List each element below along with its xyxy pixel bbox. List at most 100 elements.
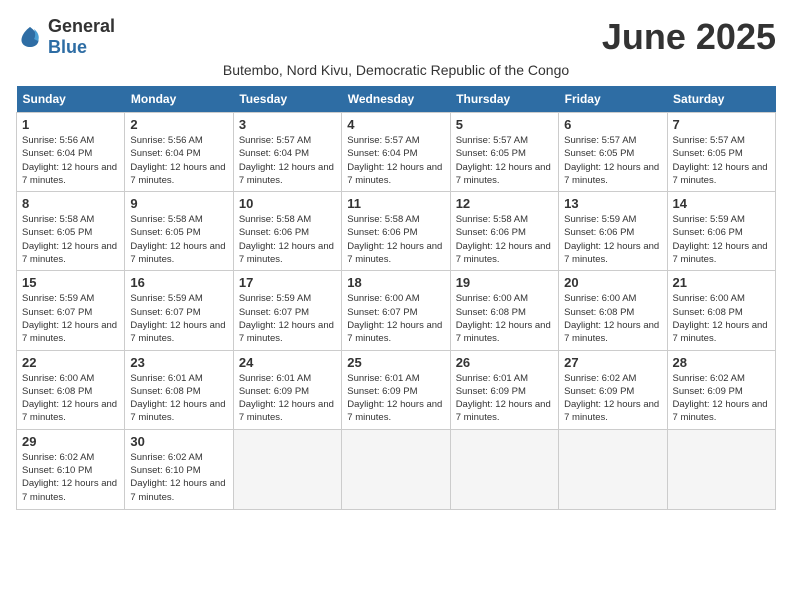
- col-wednesday: Wednesday: [342, 86, 450, 113]
- day-number: 1: [22, 117, 119, 132]
- day-detail: Sunrise: 5:57 AMSunset: 6:04 PMDaylight:…: [347, 134, 444, 187]
- day-number: 17: [239, 275, 336, 290]
- col-friday: Friday: [559, 86, 667, 113]
- day-detail: Sunrise: 5:57 AMSunset: 6:05 PMDaylight:…: [673, 134, 770, 187]
- calendar-cell: 2 Sunrise: 5:56 AMSunset: 6:04 PMDayligh…: [125, 113, 233, 192]
- day-detail: Sunrise: 6:01 AMSunset: 6:09 PMDaylight:…: [456, 372, 553, 425]
- day-detail: Sunrise: 5:59 AMSunset: 6:06 PMDaylight:…: [673, 213, 770, 266]
- day-detail: Sunrise: 5:59 AMSunset: 6:06 PMDaylight:…: [564, 213, 661, 266]
- day-detail: Sunrise: 5:58 AMSunset: 6:05 PMDaylight:…: [130, 213, 227, 266]
- col-thursday: Thursday: [450, 86, 558, 113]
- day-detail: Sunrise: 5:56 AMSunset: 6:04 PMDaylight:…: [130, 134, 227, 187]
- calendar-cell: [450, 429, 558, 509]
- calendar-row-w5: 29 Sunrise: 6:02 AMSunset: 6:10 PMDaylig…: [17, 429, 776, 509]
- calendar-cell: 1 Sunrise: 5:56 AMSunset: 6:04 PMDayligh…: [17, 113, 125, 192]
- calendar-header-row: Sunday Monday Tuesday Wednesday Thursday…: [17, 86, 776, 113]
- day-number: 8: [22, 196, 119, 211]
- calendar-table: Sunday Monday Tuesday Wednesday Thursday…: [16, 86, 776, 510]
- day-detail: Sunrise: 6:02 AMSunset: 6:10 PMDaylight:…: [130, 451, 227, 504]
- calendar-row-w2: 8 Sunrise: 5:58 AMSunset: 6:05 PMDayligh…: [17, 192, 776, 271]
- logo-blue: Blue: [48, 37, 87, 57]
- day-number: 12: [456, 196, 553, 211]
- day-number: 5: [456, 117, 553, 132]
- day-detail: Sunrise: 5:59 AMSunset: 6:07 PMDaylight:…: [22, 292, 119, 345]
- day-number: 7: [673, 117, 770, 132]
- day-number: 16: [130, 275, 227, 290]
- day-number: 15: [22, 275, 119, 290]
- calendar-cell: 14 Sunrise: 5:59 AMSunset: 6:06 PMDaylig…: [667, 192, 775, 271]
- day-detail: Sunrise: 5:57 AMSunset: 6:05 PMDaylight:…: [456, 134, 553, 187]
- day-detail: Sunrise: 5:57 AMSunset: 6:05 PMDaylight:…: [564, 134, 661, 187]
- calendar-cell: 22 Sunrise: 6:00 AMSunset: 6:08 PMDaylig…: [17, 350, 125, 429]
- calendar-cell: 18 Sunrise: 6:00 AMSunset: 6:07 PMDaylig…: [342, 271, 450, 350]
- day-number: 4: [347, 117, 444, 132]
- header: General Blue June 2025: [16, 16, 776, 58]
- day-number: 22: [22, 355, 119, 370]
- calendar-cell: 4 Sunrise: 5:57 AMSunset: 6:04 PMDayligh…: [342, 113, 450, 192]
- calendar-cell: 11 Sunrise: 5:58 AMSunset: 6:06 PMDaylig…: [342, 192, 450, 271]
- calendar-cell: 29 Sunrise: 6:02 AMSunset: 6:10 PMDaylig…: [17, 429, 125, 509]
- logo-text: General Blue: [48, 16, 115, 58]
- day-detail: Sunrise: 5:58 AMSunset: 6:06 PMDaylight:…: [239, 213, 336, 266]
- day-detail: Sunrise: 6:02 AMSunset: 6:09 PMDaylight:…: [673, 372, 770, 425]
- day-detail: Sunrise: 5:57 AMSunset: 6:04 PMDaylight:…: [239, 134, 336, 187]
- logo: General Blue: [16, 16, 115, 58]
- day-detail: Sunrise: 6:01 AMSunset: 6:09 PMDaylight:…: [239, 372, 336, 425]
- day-detail: Sunrise: 5:56 AMSunset: 6:04 PMDaylight:…: [22, 134, 119, 187]
- calendar-cell: 5 Sunrise: 5:57 AMSunset: 6:05 PMDayligh…: [450, 113, 558, 192]
- calendar-cell: 7 Sunrise: 5:57 AMSunset: 6:05 PMDayligh…: [667, 113, 775, 192]
- day-number: 29: [22, 434, 119, 449]
- calendar-cell: 23 Sunrise: 6:01 AMSunset: 6:08 PMDaylig…: [125, 350, 233, 429]
- day-number: 26: [456, 355, 553, 370]
- col-sunday: Sunday: [17, 86, 125, 113]
- day-number: 24: [239, 355, 336, 370]
- logo-general: General: [48, 16, 115, 36]
- day-detail: Sunrise: 6:01 AMSunset: 6:08 PMDaylight:…: [130, 372, 227, 425]
- day-detail: Sunrise: 5:59 AMSunset: 6:07 PMDaylight:…: [130, 292, 227, 345]
- day-number: 23: [130, 355, 227, 370]
- day-number: 25: [347, 355, 444, 370]
- day-detail: Sunrise: 6:01 AMSunset: 6:09 PMDaylight:…: [347, 372, 444, 425]
- month-title: June 2025: [602, 16, 776, 58]
- col-monday: Monday: [125, 86, 233, 113]
- calendar-cell: 12 Sunrise: 5:58 AMSunset: 6:06 PMDaylig…: [450, 192, 558, 271]
- day-number: 10: [239, 196, 336, 211]
- day-number: 11: [347, 196, 444, 211]
- calendar-cell: [667, 429, 775, 509]
- calendar-row-w3: 15 Sunrise: 5:59 AMSunset: 6:07 PMDaylig…: [17, 271, 776, 350]
- day-number: 9: [130, 196, 227, 211]
- subtitle: Butembo, Nord Kivu, Democratic Republic …: [16, 62, 776, 78]
- calendar-cell: 26 Sunrise: 6:01 AMSunset: 6:09 PMDaylig…: [450, 350, 558, 429]
- col-tuesday: Tuesday: [233, 86, 341, 113]
- calendar-cell: 19 Sunrise: 6:00 AMSunset: 6:08 PMDaylig…: [450, 271, 558, 350]
- calendar-cell: 28 Sunrise: 6:02 AMSunset: 6:09 PMDaylig…: [667, 350, 775, 429]
- calendar-cell: 30 Sunrise: 6:02 AMSunset: 6:10 PMDaylig…: [125, 429, 233, 509]
- day-number: 13: [564, 196, 661, 211]
- calendar-cell: 15 Sunrise: 5:59 AMSunset: 6:07 PMDaylig…: [17, 271, 125, 350]
- calendar-cell: 24 Sunrise: 6:01 AMSunset: 6:09 PMDaylig…: [233, 350, 341, 429]
- day-detail: Sunrise: 6:00 AMSunset: 6:08 PMDaylight:…: [564, 292, 661, 345]
- day-number: 6: [564, 117, 661, 132]
- day-number: 20: [564, 275, 661, 290]
- day-number: 30: [130, 434, 227, 449]
- day-detail: Sunrise: 6:02 AMSunset: 6:09 PMDaylight:…: [564, 372, 661, 425]
- day-detail: Sunrise: 5:58 AMSunset: 6:06 PMDaylight:…: [347, 213, 444, 266]
- day-detail: Sunrise: 6:00 AMSunset: 6:08 PMDaylight:…: [673, 292, 770, 345]
- day-detail: Sunrise: 6:00 AMSunset: 6:08 PMDaylight:…: [456, 292, 553, 345]
- calendar-cell: 21 Sunrise: 6:00 AMSunset: 6:08 PMDaylig…: [667, 271, 775, 350]
- day-detail: Sunrise: 6:02 AMSunset: 6:10 PMDaylight:…: [22, 451, 119, 504]
- calendar-cell: [342, 429, 450, 509]
- calendar-cell: 16 Sunrise: 5:59 AMSunset: 6:07 PMDaylig…: [125, 271, 233, 350]
- day-detail: Sunrise: 5:58 AMSunset: 6:05 PMDaylight:…: [22, 213, 119, 266]
- calendar-cell: 9 Sunrise: 5:58 AMSunset: 6:05 PMDayligh…: [125, 192, 233, 271]
- day-number: 27: [564, 355, 661, 370]
- calendar-cell: 8 Sunrise: 5:58 AMSunset: 6:05 PMDayligh…: [17, 192, 125, 271]
- day-detail: Sunrise: 5:59 AMSunset: 6:07 PMDaylight:…: [239, 292, 336, 345]
- calendar-cell: 25 Sunrise: 6:01 AMSunset: 6:09 PMDaylig…: [342, 350, 450, 429]
- calendar-cell: 13 Sunrise: 5:59 AMSunset: 6:06 PMDaylig…: [559, 192, 667, 271]
- calendar-cell: [559, 429, 667, 509]
- day-detail: Sunrise: 6:00 AMSunset: 6:07 PMDaylight:…: [347, 292, 444, 345]
- calendar-cell: 6 Sunrise: 5:57 AMSunset: 6:05 PMDayligh…: [559, 113, 667, 192]
- day-number: 2: [130, 117, 227, 132]
- calendar-cell: 27 Sunrise: 6:02 AMSunset: 6:09 PMDaylig…: [559, 350, 667, 429]
